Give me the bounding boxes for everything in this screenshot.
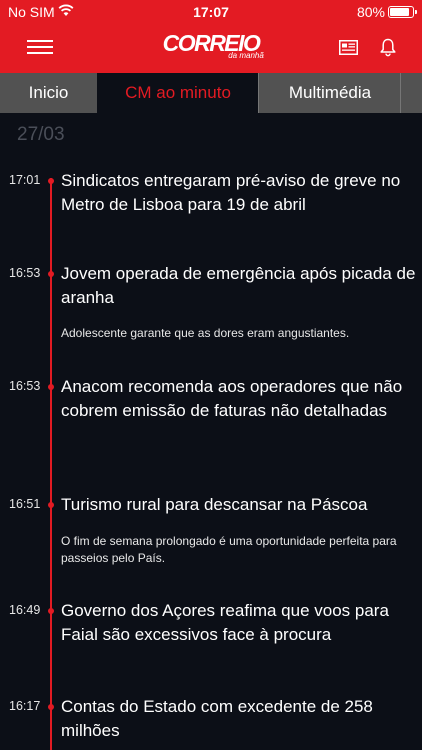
battery-icon <box>388 6 417 18</box>
logo-sub-text: da manhã <box>228 51 264 60</box>
entry-title[interactable]: Jovem operada de emergência após picada … <box>61 262 416 309</box>
entry-time: 17:01 <box>9 173 41 187</box>
timeline-dot <box>48 704 54 710</box>
entry-title[interactable]: Sindicatos entregaram pré-aviso de greve… <box>61 169 416 216</box>
timeline-dot <box>48 178 54 184</box>
tab-inicio[interactable]: Inicio <box>0 73 97 113</box>
tab-multimedia[interactable]: Multimédia <box>259 73 401 113</box>
bell-icon[interactable] <box>380 38 396 57</box>
entry-time: 16:51 <box>9 497 41 511</box>
entry-title[interactable]: Governo dos Açores reafima que voos para… <box>61 599 416 646</box>
entry-summary: O fim de semana prolongado é uma oportun… <box>61 534 397 565</box>
entry-title[interactable]: Turismo rural para descansar na Páscoa <box>61 493 416 517</box>
tab-divider <box>400 73 401 113</box>
timeline-dot <box>48 271 54 277</box>
timeline-line <box>50 178 52 750</box>
entry-summary: Adolescente garante que as dores eram an… <box>61 326 350 340</box>
entry-time: 16:17 <box>9 699 41 713</box>
feed-date: 27/03 <box>17 124 65 145</box>
status-bar: No SIM 17:07 80% <box>0 0 422 24</box>
timeline-dot <box>48 384 54 390</box>
timeline-dot <box>48 502 54 508</box>
entry-time: 16:53 <box>9 266 41 280</box>
app-header: No SIM 17:07 80% CORREIO da manhã <box>0 0 422 73</box>
section-tabs: Inicio CM ao minuto Multimédia <box>0 73 422 113</box>
entry-title[interactable]: Anacom recomenda aos operadores que não … <box>61 375 416 422</box>
entry-time: 16:49 <box>9 603 41 617</box>
entry-title[interactable]: Contas do Estado com excedente de 258 mi… <box>61 695 416 742</box>
battery-percentage: 80% <box>356 4 385 20</box>
timeline-dot <box>48 608 54 614</box>
newspaper-icon[interactable] <box>339 40 358 55</box>
tab-divider <box>258 73 259 113</box>
entry-time: 16:53 <box>9 379 41 393</box>
brand-logo[interactable]: CORREIO da manhã <box>0 32 422 61</box>
tab-cm-ao-minuto[interactable]: CM ao minuto <box>97 73 259 113</box>
